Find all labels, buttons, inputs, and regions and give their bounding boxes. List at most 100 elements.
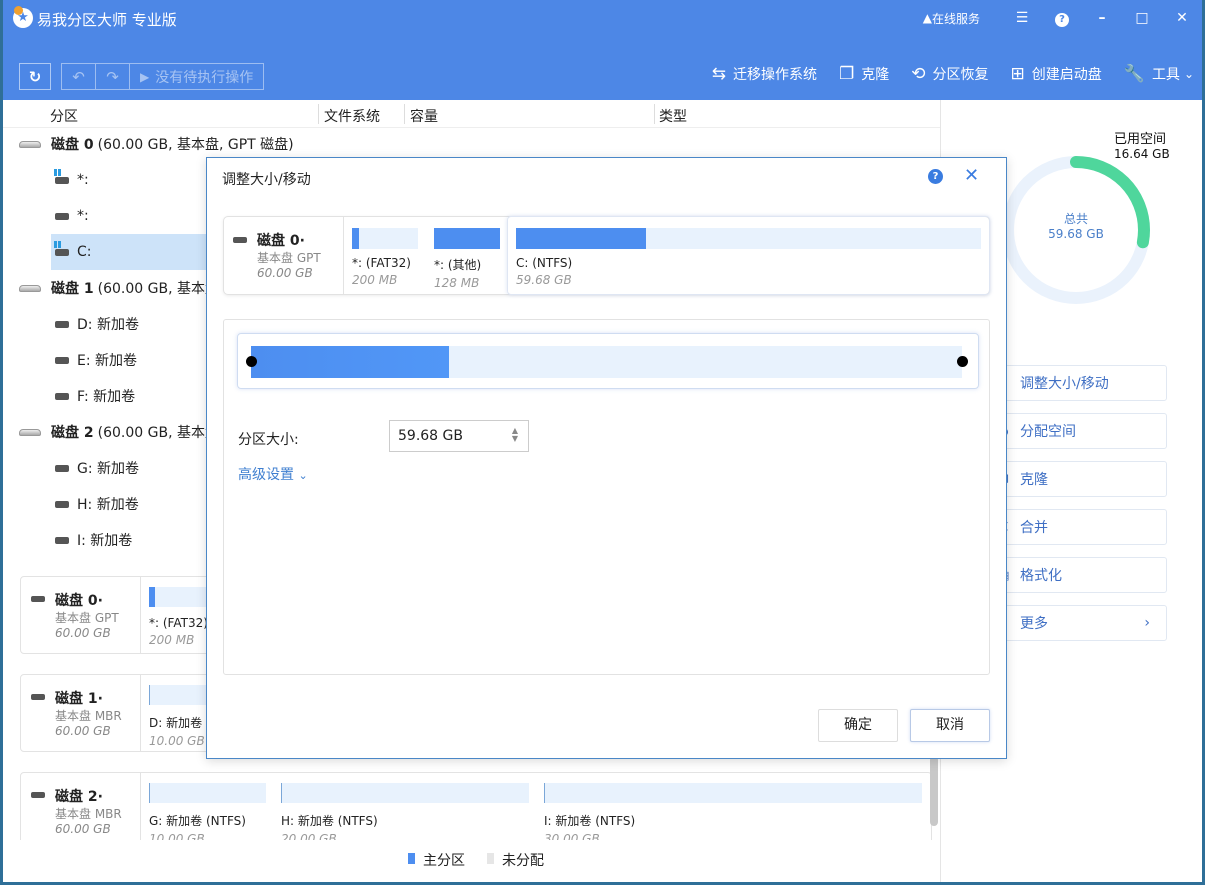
legend-unallocated: 未分配 <box>487 850 544 870</box>
cancel-button[interactable]: 取消 <box>910 709 990 742</box>
online-service-link[interactable]: ▲ 在线服务 <box>923 10 980 27</box>
app-logo-icon: ★ <box>13 6 33 28</box>
partition-row[interactable]: H: 新加卷 <box>51 486 206 522</box>
undo-button[interactable]: ↶ <box>62 64 96 89</box>
volume-icon <box>55 392 69 400</box>
refresh-icon: ↻ <box>28 67 42 86</box>
partition-block[interactable]: I: 新加卷 (NTFS) 30.00 GB <box>544 783 922 840</box>
slider-left-handle[interactable] <box>246 356 257 367</box>
refresh-button[interactable]: ↻ <box>19 63 51 90</box>
partition-row[interactable]: F: 新加卷 <box>51 378 206 414</box>
ok-button[interactable]: 确定 <box>818 709 898 742</box>
system-volume-icon <box>54 168 69 184</box>
disk-icon <box>19 140 41 148</box>
volume-icon <box>55 464 69 472</box>
partition-block[interactable]: G: 新加卷 (NTFS) 10.00 GB <box>149 783 266 840</box>
usage-fill <box>149 587 155 607</box>
disk-card[interactable]: 磁盘 2· 基本盘 MBR 60.00 GB G: 新加卷 (NTFS) 10.00… <box>20 772 932 840</box>
column-filesystem[interactable]: 文件系统 <box>324 106 380 126</box>
disk-row[interactable]: 磁盘 2 (60.00 GB, 基本盘 <box>19 414 219 450</box>
partition-row-selected[interactable]: C: <box>51 234 206 270</box>
tools-menu-button[interactable]: 🔧 工具 ⌄ <box>1124 64 1194 84</box>
create-boot-disk-button[interactable]: ⊞ 创建启动盘 <box>1011 64 1102 84</box>
partition-row[interactable]: *: <box>51 162 206 198</box>
partition-row[interactable]: D: 新加卷 <box>51 306 206 342</box>
toolbar-left: ↻ ↶ ↷ ▶ 没有待执行操作 <box>19 63 265 90</box>
app-window: ★ 易我分区大师 专业版 ▲ 在线服务 ☰ ? – □ ✕ ↻ ↶ ↷ ▶ 没有待执… <box>3 0 1202 882</box>
app-title: 易我分区大师 专业版 <box>37 11 177 29</box>
operation-group: ↶ ↷ ▶ 没有待执行操作 <box>61 63 265 90</box>
resize-slider[interactable] <box>237 333 979 389</box>
donut-center: 总共 59.68 GB <box>1048 212 1104 241</box>
help-icon[interactable]: ? <box>1042 10 1082 27</box>
slider-track[interactable] <box>251 346 962 378</box>
partition-block-selected[interactable]: C: (NTFS) 59.68 GB <box>516 228 981 287</box>
slider-used-fill <box>251 346 450 378</box>
execute-pending-button[interactable]: ▶ 没有待执行操作 <box>130 64 263 89</box>
legend-primary: 主分区 <box>408 850 465 870</box>
redo-icon: ↷ <box>106 67 119 86</box>
disk-row[interactable]: 磁盘 1 (60.00 GB, 基本盘 <box>19 270 219 306</box>
chevron-down-icon: ⌄ <box>298 469 308 482</box>
windows-icon: ⊞ <box>1010 64 1025 84</box>
column-separator[interactable] <box>404 104 405 124</box>
scrollbar-thumb[interactable] <box>930 756 938 826</box>
partition-block[interactable]: *: (其他) 128 MB <box>434 228 500 290</box>
partition-row[interactable]: I: 新加卷 <box>51 522 206 558</box>
column-separator[interactable] <box>318 104 319 124</box>
play-icon: ▶ <box>140 69 150 84</box>
advanced-settings-toggle[interactable]: 高级设置 ⌄ <box>238 464 308 484</box>
recovery-icon: ⟲ <box>911 64 926 84</box>
partition-recovery-button[interactable]: ⟲ 分区恢复 <box>911 64 988 84</box>
column-separator[interactable] <box>654 104 655 124</box>
chevron-down-icon: ⌄ <box>1183 67 1194 81</box>
close-icon[interactable]: ✕ <box>1162 10 1202 26</box>
window-controls: ▲ 在线服务 ☰ ? – □ ✕ <box>923 0 1202 36</box>
disk-icon <box>31 792 45 798</box>
partition-row[interactable]: *: <box>51 198 206 234</box>
minimize-icon[interactable]: – <box>1082 10 1122 26</box>
disk-icon <box>233 237 247 243</box>
partition-block[interactable]: H: 新加卷 (NTFS) 20.00 GB <box>281 783 529 840</box>
disk-icon <box>31 694 45 700</box>
help-icon[interactable]: ? <box>928 169 943 184</box>
partition-row[interactable]: G: 新加卷 <box>51 450 206 486</box>
slider-right-handle[interactable] <box>957 356 968 367</box>
column-capacity[interactable]: 容量 <box>410 106 438 126</box>
menu-icon[interactable]: ☰ <box>1002 10 1042 26</box>
op-merge[interactable]: ⤫合并 <box>991 509 1167 545</box>
column-header: 分区 文件系统 容量 类型 <box>3 100 940 128</box>
legend: 主分区 未分配 <box>408 850 566 870</box>
usage-fill <box>434 228 500 249</box>
column-partition[interactable]: 分区 <box>50 106 78 126</box>
volume-icon <box>55 320 69 328</box>
volume-icon <box>55 536 69 544</box>
redo-button[interactable]: ↷ <box>96 64 130 89</box>
title-bar: ★ 易我分区大师 专业版 ▲ 在线服务 ☰ ? – □ ✕ ↻ ↶ ↷ ▶ 没有待执… <box>3 0 1202 100</box>
usage-fill <box>352 228 359 249</box>
close-icon[interactable]: ✕ <box>964 165 979 186</box>
clone-icon: ❐ <box>839 64 855 84</box>
op-format[interactable]: ▤格式化 <box>991 557 1167 593</box>
qq-icon: ▲ <box>922 11 932 25</box>
clone-button[interactable]: ❐ 克隆 <box>839 64 889 84</box>
disk-icon <box>19 284 41 292</box>
partition-size-input[interactable]: 59.68 GB ▲ ▼ <box>389 420 529 452</box>
spinner-icon[interactable]: ▲ ▼ <box>512 427 518 443</box>
op-more[interactable]: •更多› <box>991 605 1167 641</box>
op-clone[interactable]: ❐克隆 <box>991 461 1167 497</box>
partition-block[interactable]: *: (FAT32) 200 MB <box>352 228 418 287</box>
volume-icon <box>55 356 69 364</box>
dialog-body: 分区大小: 59.68 GB ▲ ▼ 高级设置 ⌄ <box>223 319 990 675</box>
resize-move-dialog: 调整大小/移动 ? ✕ 磁盘 0· 基本盘 GPT 60.00 GB *: (FAT… <box>206 157 1007 759</box>
system-volume-icon <box>54 240 69 256</box>
op-allocate-space[interactable]: ◕分配空间 <box>991 413 1167 449</box>
column-type[interactable]: 类型 <box>659 106 687 126</box>
partition-row[interactable]: E: 新加卷 <box>51 342 206 378</box>
partition-size-label: 分区大小: <box>238 432 299 448</box>
op-resize-move[interactable]: ⧉调整大小/移动 <box>991 365 1167 401</box>
maximize-icon[interactable]: □ <box>1122 10 1162 26</box>
volume-icon <box>55 500 69 508</box>
dialog-title: 调整大小/移动 <box>222 172 311 188</box>
migrate-os-button[interactable]: ⇆ 迁移操作系统 <box>712 64 817 84</box>
